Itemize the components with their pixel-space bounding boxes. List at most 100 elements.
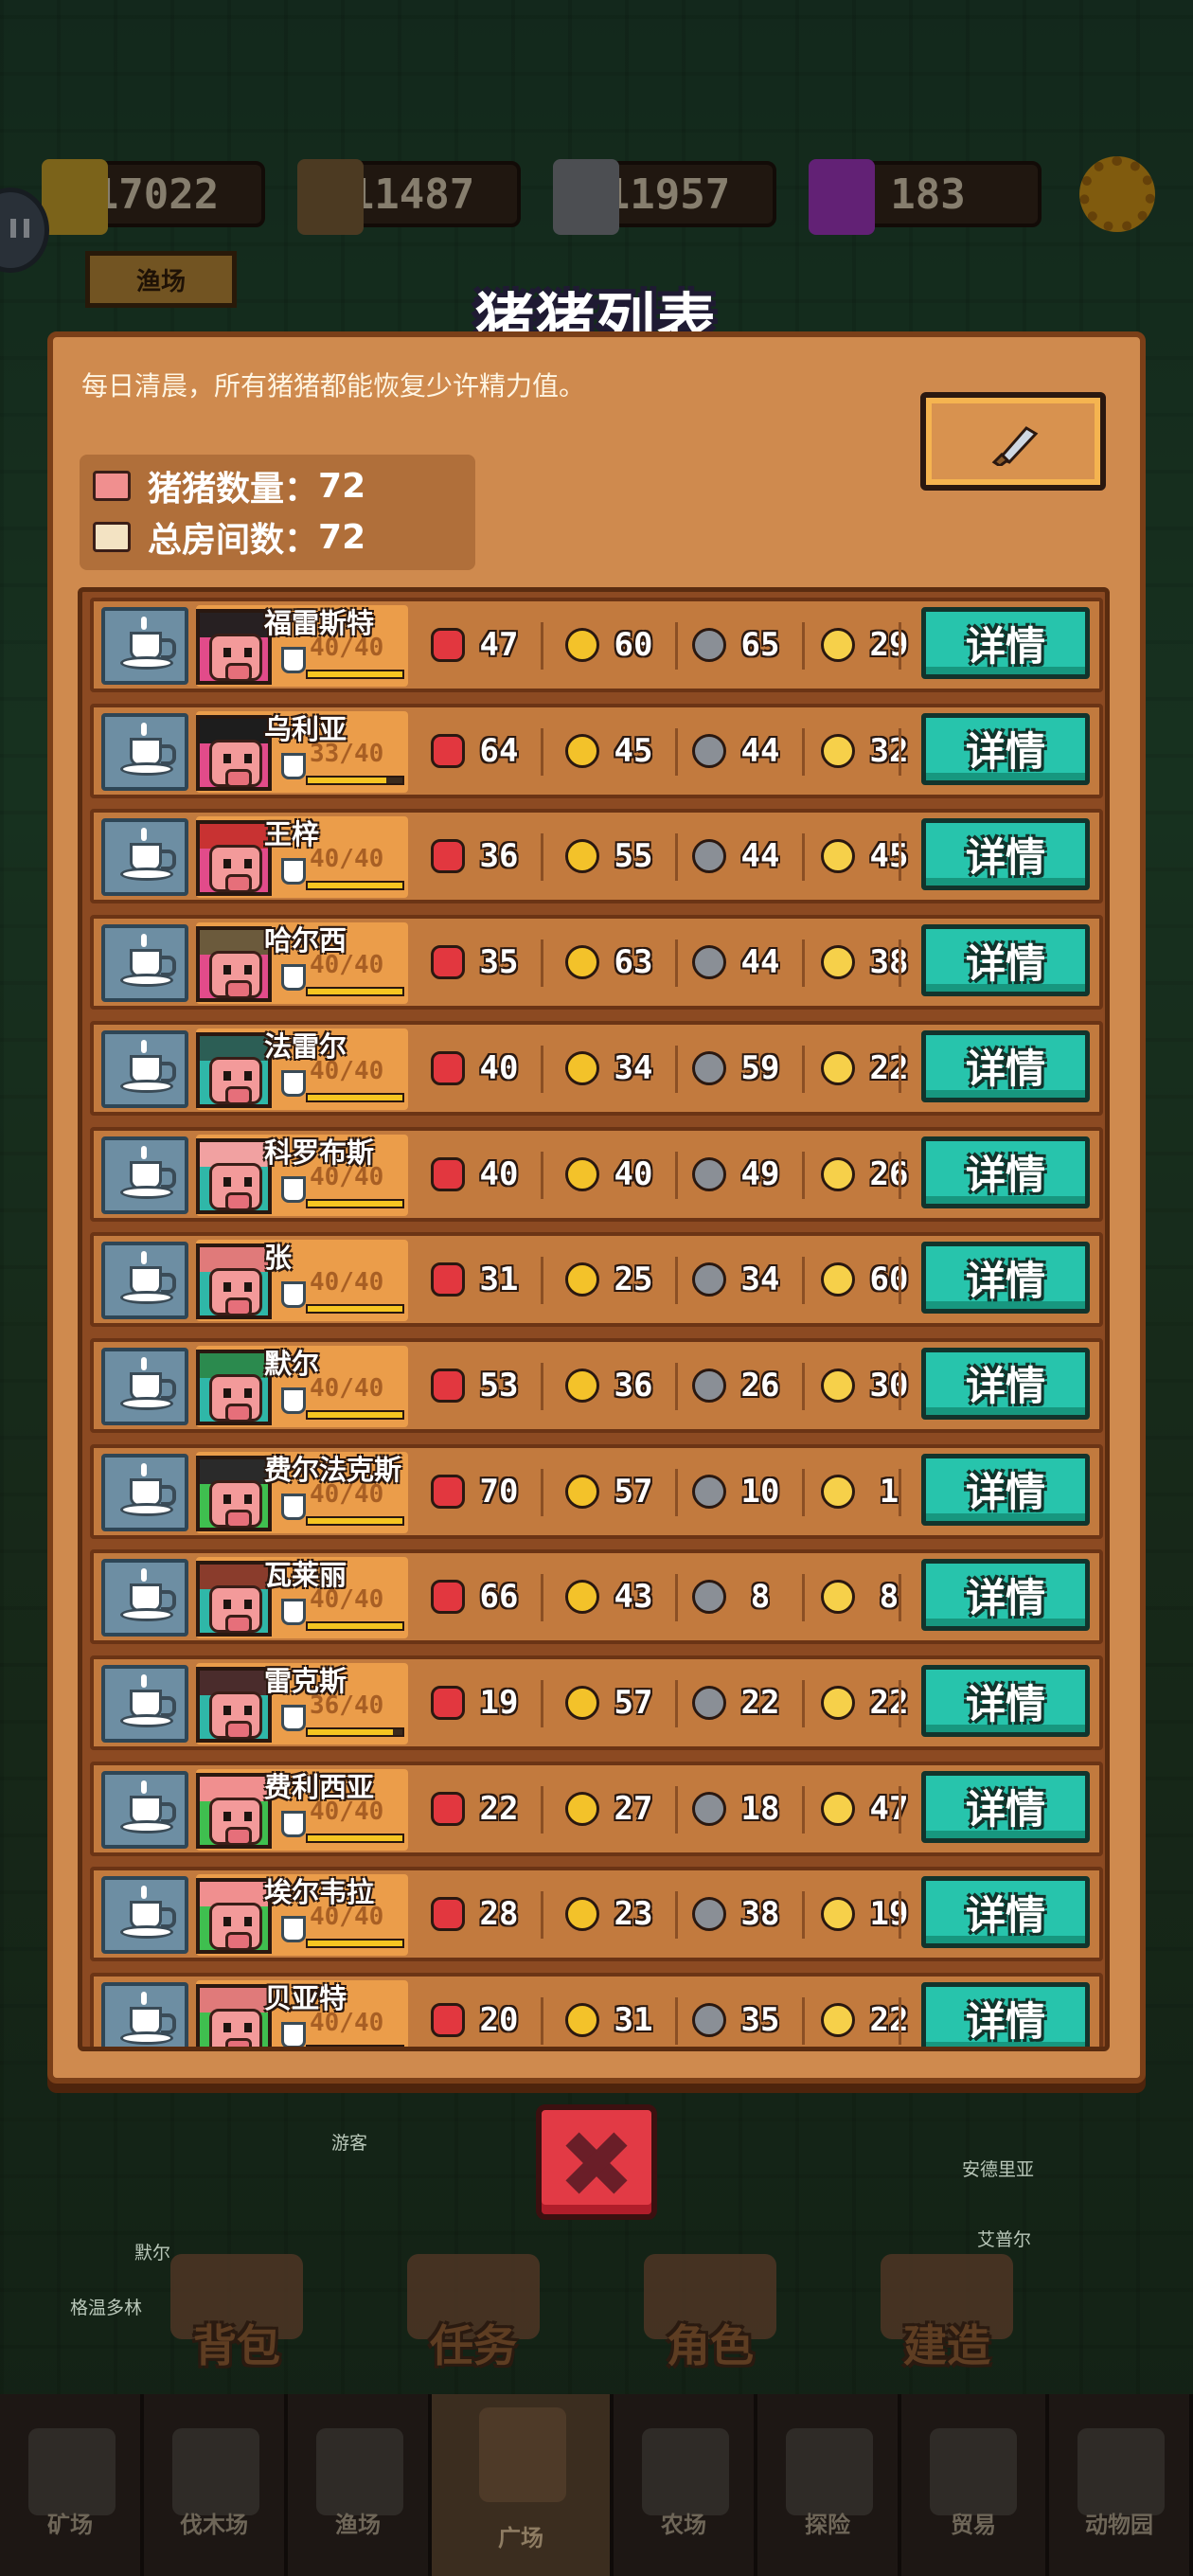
- star-sparkle-icon: [821, 1686, 855, 1720]
- attr-divider: [802, 1997, 805, 2046]
- attr-int: 57: [565, 1467, 660, 1516]
- attr-value: 32: [869, 731, 909, 770]
- sort-filter-button[interactable]: [920, 392, 1106, 491]
- detail-button[interactable]: 详情: [921, 1347, 1090, 1420]
- pig-energy: 40/40: [310, 1373, 384, 1403]
- attr-str: 35: [431, 938, 525, 987]
- energy-bar: [306, 1727, 404, 1737]
- attr-divider: [541, 622, 543, 670]
- pig-icon: [93, 471, 131, 501]
- menu-build[interactable]: 建造: [852, 2254, 1042, 2368]
- attr-value: 57: [614, 1472, 653, 1511]
- menu-backpack[interactable]: 背包: [142, 2254, 331, 2368]
- attr-craft: 44: [692, 938, 787, 987]
- nav-building-icon: [642, 2428, 729, 2515]
- attr-divider: [899, 1891, 901, 1940]
- detail-button[interactable]: 详情: [921, 1242, 1090, 1315]
- pig-count-label: 猪猪数量：: [148, 470, 319, 509]
- attr-divider: [541, 1574, 543, 1622]
- attr-craft: 65: [692, 620, 787, 670]
- pig-energy: 40/40: [310, 951, 384, 980]
- nav-item[interactable]: 渔场: [288, 2394, 432, 2576]
- attr-divider: [899, 1574, 901, 1622]
- detail-button[interactable]: 详情: [921, 1982, 1090, 2047]
- nav-item[interactable]: 贸易: [901, 2394, 1049, 2576]
- nav-item[interactable]: 动物园: [1049, 2394, 1193, 2576]
- attr-divider: [899, 1362, 901, 1410]
- attr-divider: [802, 1362, 805, 1410]
- detail-button[interactable]: 详情: [921, 1665, 1090, 1737]
- pig-face: [209, 1585, 262, 1634]
- energy-bar-fill: [308, 1834, 402, 1841]
- attr-divider: [675, 1785, 678, 1834]
- attr-divider: [899, 1680, 901, 1727]
- attr-divider: [899, 939, 901, 988]
- energy-bar: [306, 1621, 404, 1632]
- attr-int: 31: [565, 1995, 660, 2045]
- nav-building-icon: [316, 2428, 403, 2515]
- pig-portrait: [196, 1561, 272, 1637]
- hammer-tool-icon: [692, 1580, 726, 1615]
- attr-divider: [541, 1785, 543, 1834]
- attr-craft: 59: [692, 1044, 787, 1093]
- hammer-tool-icon: [692, 628, 726, 662]
- nav-item[interactable]: 探险: [757, 2394, 901, 2576]
- detail-button[interactable]: 详情: [921, 1876, 1090, 1949]
- attr-int: 27: [565, 1784, 660, 1834]
- attr-divider: [899, 1151, 901, 1199]
- menu-tasks[interactable]: 任务: [379, 2254, 568, 2368]
- pig-name: 张: [264, 1242, 293, 1275]
- nav-label: 广场: [498, 2525, 543, 2551]
- attr-divider: [675, 1362, 678, 1410]
- attr-value: 43: [614, 1578, 653, 1617]
- attr-value: 35: [740, 2001, 780, 2040]
- nav-item[interactable]: 伐木场: [144, 2394, 288, 2576]
- detail-button[interactable]: 详情: [921, 607, 1090, 679]
- attr-value: 22: [869, 1684, 909, 1722]
- nav-label: 动物园: [1085, 2512, 1153, 2538]
- boxing-glove-icon: [431, 2003, 465, 2038]
- attr-divider: [675, 622, 678, 670]
- detail-button[interactable]: 详情: [921, 712, 1090, 785]
- attr-value: 34: [740, 1261, 780, 1299]
- detail-button[interactable]: 详情: [921, 924, 1090, 997]
- energy-bar: [306, 1198, 404, 1208]
- attr-value: 45: [614, 731, 653, 770]
- attr-value: 19: [869, 1895, 909, 1934]
- energy-cup-icon: [281, 647, 306, 673]
- boxing-glove-icon: [431, 1368, 465, 1403]
- attr-value: 40: [479, 1154, 519, 1193]
- detail-button[interactable]: 详情: [921, 818, 1090, 891]
- menu-label: 角色: [667, 2320, 754, 2371]
- coffee-cup-icon: [101, 1136, 188, 1214]
- pig-row: 费利西亚 40/40 22 27 18 47 详情: [90, 1761, 1103, 1856]
- menu-characters[interactable]: 角色: [615, 2254, 805, 2368]
- nav-item[interactable]: 农场: [614, 2394, 757, 2576]
- attr-value: 8: [879, 1578, 899, 1617]
- pig-face: [209, 1797, 262, 1845]
- energy-cup-icon: [281, 752, 306, 779]
- attr-int: 57: [565, 1678, 660, 1727]
- pig-list[interactable]: 福雷斯特 40/40 47 60 65 29 详情 乌利亚 33/40 64 45 44 32 详情 王梓 4…: [78, 587, 1110, 2051]
- attr-value: 47: [479, 626, 519, 664]
- detail-button[interactable]: 详情: [921, 1559, 1090, 1632]
- detail-button[interactable]: 详情: [921, 1770, 1090, 1843]
- attr-divider: [541, 1891, 543, 1940]
- energy-bar-fill: [308, 1517, 402, 1524]
- nav-label: 探险: [805, 2512, 850, 2538]
- attr-value: 57: [614, 1684, 653, 1722]
- energy-cup-icon: [281, 964, 306, 992]
- energy-bar: [306, 1833, 404, 1843]
- detail-button[interactable]: 详情: [921, 1453, 1090, 1526]
- attr-str: 70: [431, 1467, 525, 1516]
- attr-divider: [899, 622, 901, 670]
- attr-int: 60: [565, 620, 660, 670]
- close-button[interactable]: [536, 2104, 657, 2220]
- nav-item[interactable]: 矿场: [0, 2394, 144, 2576]
- attr-divider: [802, 1045, 805, 1093]
- pig-face: [209, 1268, 262, 1316]
- pig-energy: 40/40: [310, 845, 384, 874]
- detail-button[interactable]: 详情: [921, 1136, 1090, 1208]
- nav-item[interactable]: 广场: [432, 2394, 614, 2576]
- detail-button[interactable]: 详情: [921, 1029, 1090, 1102]
